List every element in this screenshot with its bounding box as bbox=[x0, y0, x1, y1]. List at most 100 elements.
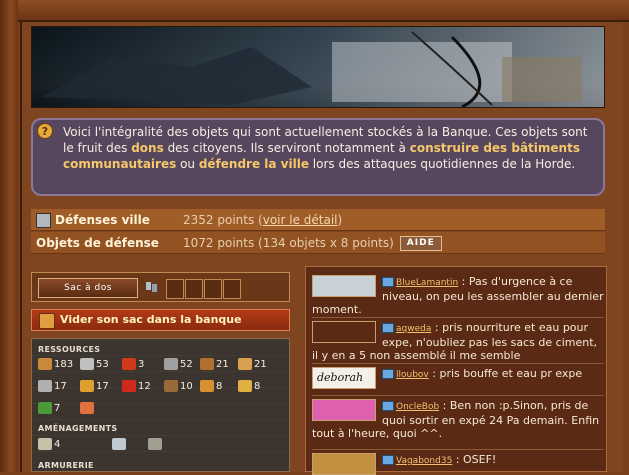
stock-item[interactable]: 183 bbox=[38, 357, 73, 373]
battery-icon bbox=[122, 358, 136, 370]
stock-item-count: 52 bbox=[180, 359, 193, 370]
stock-item[interactable]: 17 bbox=[38, 379, 67, 395]
stock-item[interactable]: 12 bbox=[122, 379, 151, 395]
intro-highlight-defendre: défendre la ville bbox=[198, 157, 309, 171]
chat-message: aqweda : pris nourriture et eau pour exp… bbox=[312, 321, 598, 362]
stock-item-count: 12 bbox=[138, 381, 151, 392]
backpack-slot[interactable] bbox=[166, 279, 184, 299]
intro-text-4: lors des attaques quotidiennes de la Hor… bbox=[308, 157, 576, 171]
bolt-icon bbox=[38, 380, 52, 392]
avatar[interactable] bbox=[312, 399, 376, 421]
stock-item[interactable]: 8 bbox=[200, 379, 222, 395]
avatar[interactable] bbox=[312, 321, 376, 343]
tool-icon bbox=[112, 438, 126, 450]
stock-item-count: 3 bbox=[138, 359, 145, 370]
can-icon bbox=[122, 380, 136, 392]
defense-objects-row: Objets de défense 1072 points (134 objet… bbox=[31, 232, 605, 254]
backpack-bar: Sac à dos bbox=[31, 272, 290, 302]
chat-message: deborah lloubov : pris bouffe et eau pr e… bbox=[312, 367, 604, 389]
chat-divider bbox=[312, 449, 604, 450]
intro-text-3: ou bbox=[176, 157, 199, 171]
stock-item[interactable]: 3 bbox=[122, 357, 144, 373]
hook-icon bbox=[80, 402, 94, 414]
stock-item[interactable] bbox=[112, 437, 128, 453]
backpack-button[interactable]: Sac à dos bbox=[38, 278, 138, 298]
chat-username[interactable]: BlueLamantin bbox=[396, 278, 458, 288]
bank-banner-image bbox=[31, 26, 605, 108]
defense-objects-label: Objets de défense bbox=[36, 236, 159, 250]
user-card-icon bbox=[382, 277, 394, 287]
stock-item[interactable]: 21 bbox=[238, 357, 267, 373]
intro-text-2: des citoyens. Ils serviront notamment à bbox=[163, 141, 410, 155]
section-title-amenities: AMÉNAGEMENTS bbox=[38, 424, 118, 433]
city-defense-label: Défenses ville bbox=[31, 209, 184, 231]
cable-icon bbox=[238, 380, 252, 392]
stock-item-count: 17 bbox=[96, 381, 109, 392]
stock-item-count: 10 bbox=[180, 381, 193, 392]
backpack-slot[interactable] bbox=[204, 279, 222, 299]
stock-item-count: 7 bbox=[54, 403, 61, 414]
chat-username[interactable]: OncleBob bbox=[396, 402, 439, 412]
user-card-icon bbox=[382, 401, 394, 411]
plank-icon bbox=[38, 358, 52, 370]
chat-username[interactable]: lloubov bbox=[396, 370, 429, 380]
avatar-text: deborah bbox=[317, 371, 364, 384]
tube-icon bbox=[238, 358, 252, 370]
avatar[interactable]: deborah bbox=[312, 367, 376, 389]
stock-item-count: 21 bbox=[216, 359, 229, 370]
stock-item[interactable]: 8 bbox=[238, 379, 260, 395]
chat-divider bbox=[312, 317, 604, 318]
frame-icon bbox=[164, 380, 178, 392]
stock-item[interactable]: 17 bbox=[80, 379, 109, 395]
stock-item[interactable]: 7 bbox=[38, 401, 60, 417]
avatar[interactable] bbox=[312, 275, 376, 297]
chat-message: OncleBob : Ben non :p.Sinon, pris de quo… bbox=[312, 399, 600, 440]
backpack-slot[interactable] bbox=[185, 279, 203, 299]
cement-icon bbox=[80, 380, 94, 392]
chat-message: BlueLamantin : Pas d'urgence à ce niveau… bbox=[312, 275, 604, 316]
backpack-slot[interactable] bbox=[223, 279, 241, 299]
frame-left bbox=[0, 0, 18, 472]
chat-username[interactable]: aqweda bbox=[396, 324, 431, 334]
metal-icon bbox=[164, 358, 178, 370]
stock-item[interactable] bbox=[80, 401, 96, 417]
bag-icon bbox=[39, 313, 55, 329]
stock-item-count: 8 bbox=[216, 381, 223, 392]
defense-objects-value: 1072 points (134 objets x 8 points) AIDE bbox=[183, 232, 442, 254]
user-card-icon bbox=[382, 323, 394, 333]
stock-item[interactable]: 52 bbox=[164, 357, 193, 373]
keys-icon bbox=[144, 280, 160, 294]
stock-item-count: 183 bbox=[54, 359, 74, 370]
stock-item-count: 8 bbox=[254, 381, 261, 392]
shield-icon bbox=[36, 213, 51, 228]
box-icon bbox=[200, 380, 214, 392]
chat-username[interactable]: Vagabond35 bbox=[396, 456, 452, 466]
chat-divider bbox=[312, 363, 604, 364]
stock-item-count: 21 bbox=[254, 359, 267, 370]
section-title-armory: ARMURERIE bbox=[38, 461, 94, 470]
help-button[interactable]: AIDE bbox=[399, 236, 442, 251]
chat-message-text: OSEF! bbox=[463, 453, 497, 466]
intro-highlight-dons: dons bbox=[131, 141, 164, 155]
chat-message-text: pris bouffe et eau pr expe bbox=[439, 367, 583, 380]
scrap-icon bbox=[80, 358, 94, 370]
stock-item-count: 53 bbox=[96, 359, 109, 370]
grid-icon bbox=[148, 438, 162, 450]
stock-item-count: 17 bbox=[54, 381, 67, 392]
sheet-icon bbox=[38, 438, 52, 450]
stock-item[interactable]: 21 bbox=[200, 357, 229, 373]
stock-item[interactable]: 10 bbox=[164, 379, 193, 395]
empty-bag-button[interactable]: Vider son sac dans la banque bbox=[31, 309, 290, 331]
plant-icon bbox=[38, 402, 52, 414]
user-card-icon bbox=[382, 369, 394, 379]
city-defense-row: Défenses ville 2352 points (voir le déta… bbox=[31, 209, 605, 231]
bank-intro-text: Voici l'intégralité des objets qui sont … bbox=[31, 118, 605, 196]
wood-beam-icon bbox=[200, 358, 214, 370]
stock-item[interactable] bbox=[148, 437, 164, 453]
view-detail-link[interactable]: voir le détail bbox=[263, 213, 338, 227]
chat-divider bbox=[312, 395, 604, 396]
stock-item[interactable]: 53 bbox=[80, 357, 109, 373]
user-card-icon bbox=[382, 455, 394, 465]
stock-item[interactable]: 4 bbox=[38, 437, 60, 453]
section-title-resources: RESSOURCES bbox=[38, 345, 101, 354]
